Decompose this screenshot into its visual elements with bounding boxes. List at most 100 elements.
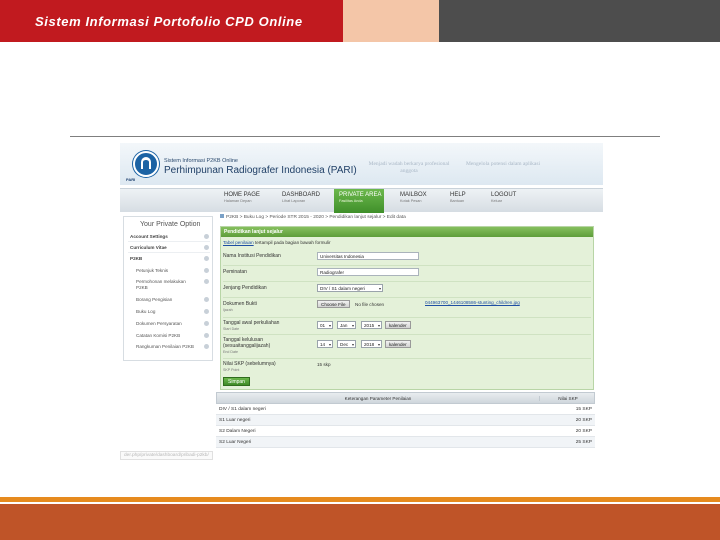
awal-year-select[interactable]: 2015 <box>361 321 382 329</box>
slide: Sistem Informasi Portofolio CPD Online P… <box>0 0 720 540</box>
sidebar-arrow-icon <box>204 344 209 349</box>
form-note: Tabel penilaian tertampil pada bagian ba… <box>223 240 331 245</box>
sidebar-item-catatan[interactable]: Catatan Komisi P2KB <box>136 333 196 339</box>
sidebar-arrow-icon <box>204 256 209 261</box>
nav-dashboard-label: DASHBOARD <box>282 192 321 198</box>
nav-logout[interactable]: LOGOUT Keluar <box>491 192 516 203</box>
table-cell-param: DIV / S1 dalam negeri <box>219 407 266 412</box>
sidebar-item-dokumen[interactable]: Dokumen Persyaratan <box>136 321 196 327</box>
sidebar-item-borang[interactable]: Borang Pengisian <box>136 297 196 303</box>
jenjang-select[interactable]: DIV / S1 dalam negeri <box>317 284 383 292</box>
jenjang-value: DIV / S1 dalam negeri <box>320 286 365 291</box>
dokumen-label: Dokumen Bukti <box>223 301 257 307</box>
sidebar-arrow-icon <box>204 268 209 273</box>
nav-dashboard[interactable]: DASHBOARD Lihat Laporan <box>282 192 320 203</box>
nav-private-sub: Fasilitas Anda <box>339 199 363 203</box>
site-slogan-1: Menjadi wadah berkarya profesional anggo… <box>368 161 450 174</box>
nav-logout-sub: Keluar <box>491 199 502 203</box>
status-bar-url: der.php/private/dashboard/pribadi-p2kb/ <box>120 451 213 460</box>
table-cell-skp: 20 SKP <box>575 418 592 423</box>
nav-help-label: HELP <box>450 192 466 198</box>
sidebar-item-buku-log[interactable]: Buku Log <box>136 309 196 315</box>
sidebar-item-account-settings[interactable]: Account Settings <box>130 234 168 239</box>
sidebar-item-p2kb[interactable]: P2KB <box>130 256 142 261</box>
dropdown-caret-icon <box>378 344 380 346</box>
sidebar-item-curriculum-vitae[interactable]: Curriculum Vitae <box>130 245 167 250</box>
nilai-skp-label: Nilai SKP (sebelumnya) <box>223 361 276 367</box>
table-row: DIV / S1 dalam negeri 15 SKP <box>216 404 595 415</box>
sidebar-arrow-icon <box>204 297 209 302</box>
nav-home[interactable]: HOME PAGE Halaman Depan <box>224 192 260 203</box>
nav-logout-label: LOGOUT <box>491 192 517 198</box>
nav-private-label: PRIVATE AREA <box>339 192 382 198</box>
lulus-kalender-button[interactable]: kalender <box>385 340 411 348</box>
lulus-year-select[interactable]: 2018 <box>361 340 382 348</box>
sidebar-item-rangkuman[interactable]: Rangkuman Penilaian P2KB <box>136 344 196 350</box>
awal-day-select[interactable]: 01 <box>317 321 333 329</box>
table-row: S2 Luar Negeri 25 SKP <box>216 437 595 448</box>
nav-mailbox-label: MAILBOX <box>400 192 427 198</box>
lulus-day-select[interactable]: 14 <box>317 340 333 348</box>
choose-file-button[interactable]: Choose File <box>317 300 350 308</box>
dropdown-caret-icon <box>352 325 354 327</box>
lulus-month-select[interactable]: Dec <box>337 340 356 348</box>
row-separator <box>223 265 591 266</box>
dropdown-caret-icon <box>379 288 381 290</box>
pari-logo-icon <box>133 151 159 177</box>
site-header: PARI Sistem Informasi P2KB Online Perhim… <box>120 143 603 185</box>
nav-help-sub: Bantuan <box>450 199 465 203</box>
form-header: Pendidikan lanjut sejalur <box>221 227 593 237</box>
nilai-skp-sub: SKP Point <box>223 368 240 372</box>
dropdown-caret-icon <box>352 344 354 346</box>
row-separator <box>223 358 591 359</box>
nav-home-label: HOME PAGE <box>224 192 260 198</box>
website-screenshot: PARI Sistem Informasi P2KB Online Perhim… <box>120 143 603 463</box>
nav-private-area[interactable]: PRIVATE AREA Fasilitas Anda <box>339 192 381 203</box>
awal-year-value: 2015 <box>364 323 375 328</box>
site-small-title: Sistem Informasi P2KB Online <box>164 158 238 164</box>
awal-month-select[interactable]: Jan <box>337 321 356 329</box>
sidebar-separator <box>128 241 210 242</box>
table-cell-param: S1 Luar negeri <box>219 418 251 423</box>
header-peach-band <box>343 0 439 42</box>
sidebar-item-petunjuk-teknis[interactable]: Petunjuk Teknis <box>136 268 196 274</box>
simpan-button[interactable]: Simpan <box>223 377 250 386</box>
site-slogan-2: Mengelola potensi dalam aplikasi <box>465 161 541 167</box>
sidebar-title: Your Private Option <box>140 221 201 228</box>
table-header-skp: Nilai SKP <box>539 396 596 401</box>
tanggal-lulus-label-2: (sesuaitanggalijazah) <box>223 343 271 349</box>
peminatan-input[interactable]: Radiografer <box>317 268 419 276</box>
table-row: S1 Luar negeri 20 SKP <box>216 415 595 426</box>
nav-help[interactable]: HELP Bantuan <box>450 192 466 203</box>
awal-kalender-button[interactable]: kalender <box>385 321 411 329</box>
form-note-rest: tertampil pada bagian bawah formulir <box>254 240 331 245</box>
sidebar-separator <box>128 252 210 253</box>
uploaded-file-link[interactable]: 044963700_1446108586-stunting_children.j… <box>425 300 520 305</box>
sidebar-arrow-icon <box>204 279 209 284</box>
awal-day-value: 01 <box>320 323 326 328</box>
tanggal-awal-sub: Start Date <box>223 327 240 331</box>
tanggal-lulus-sub: End Date <box>223 350 238 354</box>
breadcrumb-text[interactable]: P2KB > Buku Log > Periode STR 2015 - 202… <box>226 215 406 220</box>
dropdown-caret-icon <box>329 344 331 346</box>
footer-red-band <box>0 504 720 540</box>
table-cell-skp: 15 SKP <box>575 407 592 412</box>
row-separator <box>223 297 591 298</box>
site-big-title: Perhimpunan Radiografer Indonesia (PARI) <box>164 165 357 176</box>
nav-mailbox[interactable]: MAILBOX Kotak Pesan <box>400 192 427 203</box>
sidebar: Your Private Option Account Settings Cur… <box>123 216 213 361</box>
home-icon[interactable] <box>220 214 224 218</box>
row-separator <box>223 317 591 318</box>
table-row: S2 Dalam Negeri 20 SKP <box>216 426 595 437</box>
tabel-penilaian-link[interactable]: Tabel penilaian <box>223 240 254 245</box>
row-separator <box>223 281 591 282</box>
nama-institusi-input[interactable]: Universitas Indonesia <box>317 252 419 260</box>
sidebar-item-permohonan[interactable]: Permohonan melakukan P2KB <box>136 279 196 290</box>
sidebar-arrow-icon <box>204 234 209 239</box>
title-divider <box>70 136 660 137</box>
peminatan-label: Peminatan <box>223 269 247 275</box>
table-cell-param: S2 Dalam Negeri <box>219 429 256 434</box>
tanggal-awal-label: Tanggal awal perkuliahan <box>223 320 280 326</box>
dropdown-caret-icon <box>378 325 380 327</box>
nav-dashboard-sub: Lihat Laporan <box>282 199 306 203</box>
